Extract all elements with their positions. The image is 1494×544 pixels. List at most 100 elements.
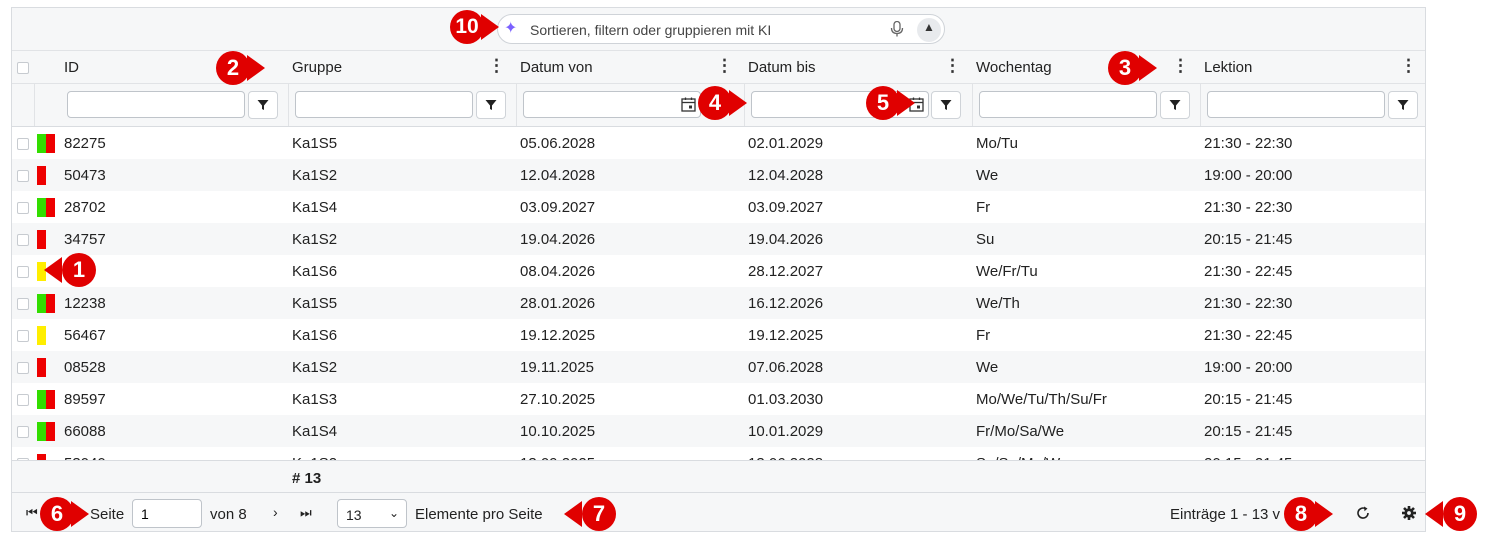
column-title-id[interactable]: ID	[64, 59, 79, 76]
settings-gear-icon[interactable]	[1401, 505, 1417, 521]
cell-tag: Fr/Mo/Sa/We	[976, 423, 1065, 440]
filter-icon	[485, 100, 497, 110]
table-row[interactable]: 34757 Ka1S2 19.04.2026 19.04.2026 Su 20:15 - …	[12, 223, 1425, 255]
pagination-bar: ⏮ Seite von 8 › ⏭ 13 ⌄ Elemente pro Seit…	[12, 492, 1425, 531]
cell-id: 08528	[64, 359, 106, 376]
filter-input-gruppe[interactable]	[295, 91, 473, 118]
row-checkbox[interactable]	[17, 170, 29, 182]
cell-von: 12.04.2028	[520, 167, 596, 184]
row-checkbox[interactable]	[17, 330, 29, 342]
annotation-marker-6: 6	[40, 497, 74, 531]
kebab-menu-icon[interactable]: ⋮	[488, 57, 505, 77]
cell-bis: 19.04.2026	[748, 231, 824, 248]
cell-id: 89597	[64, 391, 106, 408]
table-row[interactable]: Ka1S6 08.04.2026 28.12.2027 We/Fr/Tu 21:30 -…	[12, 255, 1425, 287]
filter-icon	[1397, 100, 1409, 110]
page-label: Seite	[90, 506, 125, 523]
column-title-datum-von[interactable]: Datum von	[520, 59, 593, 76]
arrow-up-icon: ▲	[923, 20, 935, 34]
kebab-menu-icon[interactable]: ⋮	[944, 57, 961, 77]
cell-id: 50473	[64, 167, 106, 184]
status-bar	[37, 422, 46, 441]
page-size-select[interactable]: 13 ⌄	[337, 499, 407, 528]
kebab-menu-icon[interactable]: ⋮	[1400, 57, 1417, 77]
cell-id: 66088	[64, 423, 106, 440]
marker-pointer	[897, 90, 915, 116]
column-title-datum-bis[interactable]: Datum bis	[748, 59, 816, 76]
table-row[interactable]: 53040Ka1S213.09.202513.06.2028Sa/Su/Mo/W…	[12, 447, 1425, 460]
table-row[interactable]: 12238 Ka1S5 28.01.2026 16.12.2026 We/Th 21:30…	[12, 287, 1425, 319]
cell-bis: 03.09.2027	[748, 199, 824, 216]
send-button[interactable]: ▲	[917, 18, 941, 42]
cell-gruppe: Ka1S4	[292, 199, 338, 216]
annotation-marker-4: 4	[698, 86, 732, 120]
cell-gruppe: Ka1S2	[292, 359, 338, 376]
column-divider	[288, 83, 289, 126]
filter-button-id[interactable]	[248, 91, 278, 119]
kebab-menu-icon[interactable]: ⋮	[1172, 57, 1189, 77]
kebab-menu-icon[interactable]: ⋮	[716, 57, 733, 77]
column-title-wochentag[interactable]: Wochentag	[976, 59, 1052, 76]
cell-von: 19.12.2025	[520, 327, 596, 344]
table-row[interactable]: 82275 Ka1S5 05.06.2028 02.01.2029 Mo/Tu 21:30…	[12, 127, 1425, 159]
microphone-icon[interactable]	[890, 21, 904, 37]
marker-pointer	[1425, 501, 1443, 527]
per-page-label: Elemente pro Seite	[415, 506, 543, 523]
filter-button-wochentag[interactable]	[1160, 91, 1190, 119]
page-of-label: von 8	[210, 506, 247, 523]
cell-lektion: 21:30 - 22:30	[1204, 199, 1293, 216]
calendar-icon[interactable]	[681, 97, 696, 112]
table-row[interactable]: 28702 Ka1S4 03.09.2027 03.09.2027 Fr 21:30 - …	[12, 191, 1425, 223]
row-checkbox[interactable]	[17, 202, 29, 214]
filter-button-lektion[interactable]	[1388, 91, 1418, 119]
cell-von: 19.11.2025	[520, 359, 594, 376]
cell-von: 08.04.2026	[520, 263, 596, 280]
first-page-icon[interactable]: ⏮	[26, 505, 38, 521]
page-number-input[interactable]	[132, 499, 202, 528]
ai-search-box[interactable]: ✦ ▲	[497, 14, 945, 44]
row-checkbox[interactable]	[17, 394, 29, 406]
cell-gruppe: Ka1S5	[292, 135, 338, 152]
next-page-icon[interactable]: ›	[273, 504, 278, 520]
refresh-icon[interactable]	[1355, 505, 1371, 521]
row-checkbox[interactable]	[17, 426, 29, 438]
row-checkbox[interactable]	[17, 298, 29, 310]
annotation-marker-3: 3	[1108, 51, 1142, 85]
filter-date-input-von[interactable]	[523, 91, 701, 118]
filter-input-id[interactable]	[67, 91, 245, 118]
cell-id: 82275	[64, 135, 106, 152]
cell-gruppe: Ka1S5	[292, 295, 338, 312]
table-row[interactable]: 66088 Ka1S4 10.10.2025 10.01.2029 Fr/Mo/Sa/W…	[12, 415, 1425, 447]
ai-search-input[interactable]	[528, 18, 872, 42]
row-checkbox[interactable]	[17, 138, 29, 150]
table-row[interactable]: 56467 Ka1S6 19.12.2025 19.12.2025 Fr 21:30 - …	[12, 319, 1425, 351]
marker-pointer	[481, 14, 499, 40]
filter-button-datum-bis[interactable]	[931, 91, 961, 119]
row-checkbox[interactable]	[17, 362, 29, 374]
filter-input-lektion[interactable]	[1207, 91, 1385, 118]
table-row[interactable]: 50473 Ka1S2 12.04.2028 12.04.2028 We 19:00 - …	[12, 159, 1425, 191]
filter-input-wochentag[interactable]	[979, 91, 1157, 118]
last-page-icon[interactable]: ⏭	[300, 505, 312, 521]
table-row[interactable]: 89597 Ka1S3 27.10.2025 01.03.2030 Mo/We/Tu/T…	[12, 383, 1425, 415]
cell-gruppe: Ka1S2	[292, 167, 338, 184]
column-title-gruppe[interactable]: Gruppe	[292, 59, 342, 76]
status-bar	[37, 230, 46, 249]
cell-gruppe: Ka1S3	[292, 391, 338, 408]
status-bar	[37, 294, 46, 313]
cell-lektion: 19:00 - 20:00	[1204, 359, 1293, 376]
cell-tag: Mo/We/Tu/Th/Su/Fr	[976, 391, 1107, 408]
row-count: # 13	[292, 470, 322, 487]
filter-button-gruppe[interactable]	[476, 91, 506, 119]
select-all-checkbox[interactable]	[17, 62, 29, 74]
column-divider	[516, 83, 517, 126]
marker-pointer	[247, 55, 265, 81]
marker-pointer	[1139, 55, 1157, 81]
cell-bis: 19.12.2025	[748, 327, 824, 344]
cell-bis: 28.12.2027	[748, 263, 824, 280]
row-checkbox[interactable]	[17, 266, 29, 278]
table-row[interactable]: 08528 Ka1S2 19.11.2025 07.06.2028 We 19:00 - …	[12, 351, 1425, 383]
column-title-lektion[interactable]: Lektion	[1204, 59, 1252, 76]
status-bar	[46, 294, 55, 313]
row-checkbox[interactable]	[17, 234, 29, 246]
